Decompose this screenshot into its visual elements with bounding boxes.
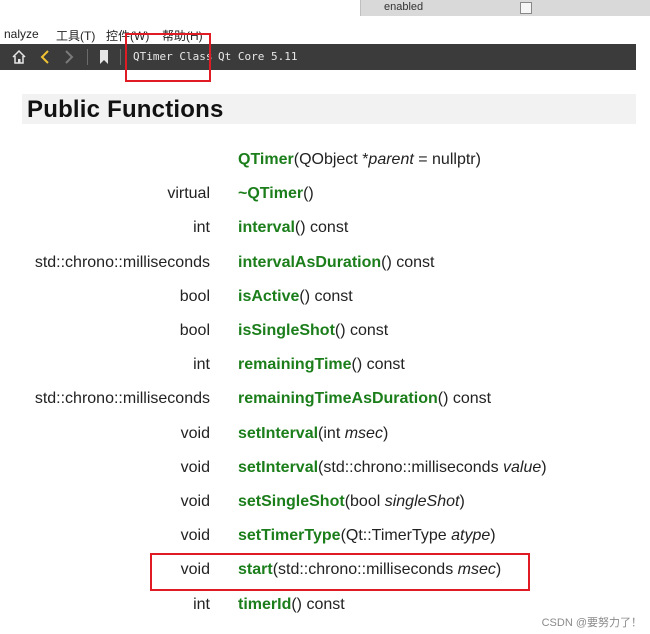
function-row: virtual ~QTimer() <box>0 185 650 207</box>
background-window-strip: enabled <box>0 0 650 24</box>
function-argument: parent <box>368 151 414 168</box>
function-params: () const <box>294 219 349 237</box>
return-type: int <box>193 219 210 237</box>
function-argument: value <box>503 458 542 476</box>
menu-tools[interactable]: 工具(T) <box>56 27 95 44</box>
return-type: std::chrono::milliseconds <box>34 390 210 408</box>
function-name-link[interactable]: setInterval <box>238 459 318 476</box>
function-signature: QTimer(QObject *parent = nullptr) <box>238 151 481 169</box>
function-params: () const <box>299 287 353 305</box>
function-argument: singleShot <box>384 493 460 510</box>
return-type: void <box>180 493 210 510</box>
function-row: int interval() const <box>0 219 650 241</box>
function-name-link[interactable]: setTimerType <box>238 527 341 544</box>
function-row: void setTimerType(Qt::TimerType atype) <box>0 527 650 549</box>
back-button[interactable] <box>36 48 54 66</box>
function-suffix: ) <box>382 424 389 442</box>
help-toolbar: QTimer Class Qt Core 5.11 <box>0 44 636 70</box>
toolbar-separator <box>87 49 88 65</box>
function-signature: setSingleShot(bool singleShot) <box>238 493 465 511</box>
function-signature: isActive() const <box>238 288 353 306</box>
return-type: bool <box>179 322 210 339</box>
function-signature: isSingleShot() const <box>238 322 388 340</box>
function-argument: msec <box>344 424 383 442</box>
function-suffix: ) <box>541 458 547 476</box>
function-suffix: ) <box>459 493 465 510</box>
back-arrow-icon <box>40 50 49 64</box>
function-signature: timerId() const <box>238 596 345 614</box>
function-signature: remainingTime() const <box>238 356 405 374</box>
forward-button[interactable] <box>60 48 78 66</box>
function-name-link[interactable]: intervalAsDuration <box>238 254 381 271</box>
function-params: () const <box>351 356 405 374</box>
menu-bar: nalyze 工具(T) 控件(W) 帮助(H) <box>0 24 650 44</box>
function-row: void setInterval(int msec) <box>0 425 650 447</box>
function-name-link[interactable]: isSingleShot <box>238 322 335 339</box>
function-params: (bool <box>344 493 385 510</box>
home-icon <box>12 49 26 64</box>
menu-analyze[interactable]: nalyze <box>4 27 39 41</box>
return-type: int <box>193 595 210 613</box>
forward-arrow-icon <box>65 50 74 64</box>
function-row: void setInterval(std::chrono::millisecond… <box>0 459 650 481</box>
function-params: () <box>303 185 314 203</box>
background-checkbox <box>520 2 532 14</box>
return-type: std::chrono::milliseconds <box>34 253 210 271</box>
function-params: (std::chrono::milliseconds <box>318 458 504 476</box>
function-name-link[interactable]: isActive <box>238 288 299 305</box>
section-title: Public Functions <box>27 96 224 123</box>
documentation-content: Public Functions QTimer(QObject *parent … <box>0 70 650 634</box>
function-signature: setInterval(int msec) <box>238 425 388 443</box>
breadcrumb-module[interactable]: Qt Core 5.11 <box>218 50 297 63</box>
function-signature: setTimerType(Qt::TimerType atype) <box>238 527 496 545</box>
function-params: () const <box>334 322 389 339</box>
function-params: () const <box>381 253 435 271</box>
bookmark-icon <box>100 50 108 64</box>
function-name-link[interactable]: QTimer <box>238 151 294 168</box>
highlight-box-breadcrumb <box>125 33 211 82</box>
function-params: (QObject * <box>293 151 369 168</box>
toolbar-separator <box>120 49 121 65</box>
function-row: std::chrono::milliseconds intervalAsDurat… <box>0 254 650 276</box>
watermark: CSDN @要努力了！ <box>541 617 642 629</box>
function-params: (int <box>318 424 345 442</box>
function-name-link[interactable]: interval <box>238 219 295 236</box>
function-name-link[interactable]: ~QTimer <box>238 185 303 202</box>
function-name-link[interactable]: timerId <box>238 596 291 613</box>
function-suffix: = nullptr) <box>413 151 481 168</box>
function-suffix: ) <box>490 527 496 545</box>
function-name-link[interactable]: setSingleShot <box>238 493 345 510</box>
home-button[interactable] <box>10 48 28 66</box>
return-type: int <box>193 356 210 374</box>
function-signature: remainingTimeAsDuration() const <box>238 390 491 408</box>
section-header: Public Functions <box>22 94 636 124</box>
function-params: () const <box>291 595 345 613</box>
function-params: () const <box>437 390 492 408</box>
function-row: bool isSingleShot() const <box>0 322 650 344</box>
return-type: virtual <box>167 185 210 203</box>
function-row: QTimer(QObject *parent = nullptr) <box>0 151 650 173</box>
function-argument: atype <box>451 527 491 545</box>
function-name-link[interactable]: remainingTime <box>238 356 352 373</box>
function-name-link[interactable]: setInterval <box>238 425 318 442</box>
return-type: void <box>180 424 210 442</box>
function-row: int remainingTime() const <box>0 356 650 378</box>
function-params: (Qt::TimerType <box>340 527 452 545</box>
function-signature: intervalAsDuration() const <box>238 254 434 272</box>
function-row: void setSingleShot(bool singleShot) <box>0 493 650 515</box>
bookmark-button[interactable] <box>95 48 113 66</box>
function-row: bool isActive() const <box>0 288 650 310</box>
function-signature: ~QTimer() <box>238 185 314 203</box>
return-type: void <box>180 458 210 476</box>
highlight-box-start <box>150 553 530 591</box>
function-name-link[interactable]: remainingTimeAsDuration <box>238 390 438 407</box>
function-signature: setInterval(std::chrono::milliseconds va… <box>238 459 547 477</box>
function-signature: interval() const <box>238 219 348 237</box>
return-type: bool <box>179 287 210 305</box>
function-row: std::chrono::milliseconds remainingTimeAs… <box>0 390 650 412</box>
background-property-label: enabled <box>384 1 424 13</box>
return-type: void <box>180 527 210 545</box>
